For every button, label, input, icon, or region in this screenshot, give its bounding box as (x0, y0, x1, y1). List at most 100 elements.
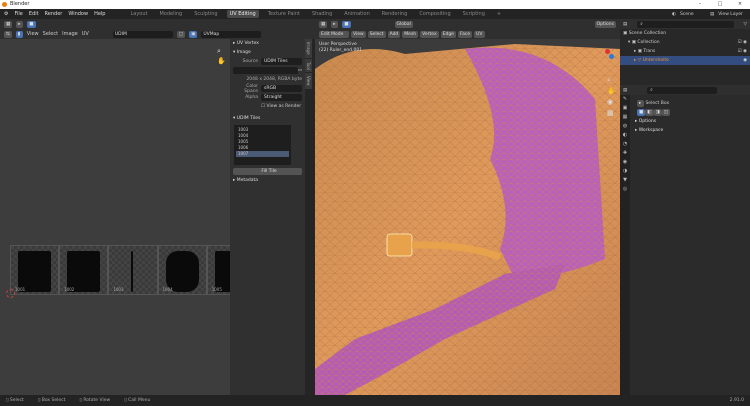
menu-mesh[interactable]: Mesh (402, 30, 419, 38)
menu-vertex[interactable]: Vertex (420, 30, 439, 38)
mode-dropdown[interactable]: Edit Mode (319, 30, 349, 38)
workspace-tab[interactable]: Modeling (156, 10, 185, 18)
viewport-tool-header: ▦ ▸ ■ Global Options (315, 19, 620, 29)
workspace-tab[interactable]: Scripting (460, 10, 488, 18)
select-tool-icon[interactable]: ▸ (16, 20, 24, 28)
udim-tile-list[interactable]: 1003 1004 1005 1006 1007 (234, 125, 291, 165)
menu-edit[interactable]: Edit (29, 11, 39, 17)
menu-face[interactable]: Face (457, 30, 473, 38)
udim-tiles-section[interactable]: ▾ UDIM Tiles (230, 114, 305, 123)
editor-type-button[interactable]: ▦ (319, 20, 328, 28)
face-mode-icon[interactable]: ▮ (15, 30, 23, 38)
uvmap-icon[interactable]: ▣ (189, 30, 198, 38)
workspace-tab[interactable]: Compositing (416, 10, 453, 18)
menu-image[interactable]: Image (62, 31, 78, 37)
select-mode-buttons[interactable]: ■ ◧ ◨ ◫ (634, 108, 750, 117)
workspace-tab[interactable]: Animation (341, 10, 373, 18)
viewport-header: Edit Mode View Select Add Mesh Vertex Edge Fac… (315, 29, 620, 39)
uv-island[interactable] (67, 250, 101, 292)
workspace-section[interactable]: ▸ Workspace (632, 126, 750, 135)
uv-island[interactable] (165, 250, 199, 292)
view-layer-selector[interactable]: View Layer (718, 12, 743, 17)
image-selector[interactable]: UDIM (112, 30, 173, 38)
menu-select[interactable]: Select (367, 30, 386, 38)
menu-edge[interactable]: Edge (440, 30, 456, 38)
close-icon[interactable]: × (730, 0, 750, 9)
active-tool[interactable]: ▸ Select Box (634, 99, 750, 108)
workspace-tab[interactable]: Sculpting (191, 10, 220, 18)
editor-type-icon[interactable]: ▤ (623, 88, 627, 93)
menu-uv[interactable]: UV (474, 30, 485, 38)
options-section[interactable]: ▸ Options (632, 117, 750, 126)
udim-tile: 1001 (10, 245, 60, 295)
new-image-icon[interactable]: ▢ (176, 30, 186, 38)
image-section[interactable]: ▾ Image (230, 48, 305, 57)
workspace-tab[interactable]: Shading (309, 10, 335, 18)
view-as-render-checkbox[interactable]: ☐ View as Render (230, 102, 305, 111)
menu-render[interactable]: Render (45, 11, 63, 17)
menu-add[interactable]: Add (387, 30, 401, 38)
udim-tile-item[interactable]: 1007 (236, 151, 289, 157)
menu-file[interactable]: File (14, 11, 22, 17)
uvmap-selector[interactable]: UVMap (201, 30, 262, 38)
workspace-tab[interactable]: Rendering (379, 10, 411, 18)
outliner-search-input[interactable]: ⌕ (637, 20, 734, 28)
workspace-tab[interactable]: UV Editing (226, 10, 259, 18)
filter-icon[interactable]: ▽ (744, 22, 747, 27)
visibility-eye-icon: ☑ ◉ (737, 40, 747, 45)
alpha-dropdown[interactable]: Straight (261, 94, 302, 101)
3d-viewport[interactable]: User Perspective (22) Ruler_end.001 ⌕ ✋ ◉ ▦ (315, 39, 620, 395)
uv-tool-header: ▦ ▸ ■ (0, 19, 315, 29)
workspace-tab[interactable]: Texture Paint (265, 10, 303, 18)
sidebar-tab-view[interactable]: View (305, 73, 312, 89)
navigation-gizmo-icon[interactable] (603, 49, 615, 61)
outliner-item-selected[interactable]: ▸ ▽ Untersheite ◉ (620, 56, 750, 65)
outliner-item[interactable]: ▸ ▣ Trans ☑ ◉ (620, 47, 750, 56)
metadata-section[interactable]: ▸ Metadata (230, 176, 305, 185)
viewport-nav-icons[interactable]: ⌕ ✋ ◉ ▦ (607, 75, 616, 119)
menu-window[interactable]: Window (68, 11, 88, 17)
properties-search-input[interactable]: ⌕ (647, 86, 717, 94)
menu-uv[interactable]: UV (82, 31, 89, 37)
display-mode-icon[interactable]: ▤ (623, 22, 627, 27)
scene-selector[interactable]: Scene (680, 12, 706, 17)
view-layer-icon: ▤ (709, 11, 715, 17)
scene-collection-row[interactable]: ▣ Scene Collection (620, 29, 750, 38)
menu-view[interactable]: View (351, 30, 366, 38)
menu-help[interactable]: Help (94, 11, 105, 17)
properties-editor: ▤ ⌕ ✎ ▣ ▦ ◍ ◐ ◔ ✚ ◉ ◑ ▼ ◎ ▸ Select Box ■ ◧ ◨ ◫ ▸ Optio… (620, 85, 750, 395)
filepath-input[interactable] (233, 67, 298, 74)
properties-tabs[interactable]: ✎ ▣ ▦ ◍ ◐ ◔ ✚ ◉ ◑ ▼ ◎ (620, 95, 630, 395)
n-panel: ▸ UV Vertex ▾ Image Source UDIM Tiles ▭ 2… (230, 39, 305, 395)
vertex-select-mode[interactable]: ■ (342, 20, 351, 28)
visibility-eye-icon: ◉ (743, 58, 747, 63)
colorspace-dropdown[interactable]: sRGB (261, 85, 302, 92)
status-hint: ▯ Select (6, 398, 24, 403)
uv-island[interactable] (130, 250, 134, 292)
folder-icon[interactable]: ▭ (298, 68, 302, 73)
options-dropdown[interactable]: Options (594, 20, 616, 28)
udim-tile: 1004 (157, 245, 207, 295)
menu-select[interactable]: Select (43, 31, 58, 37)
orientation-dropdown[interactable]: Global (394, 20, 413, 28)
select-tool-icon[interactable]: ▸ (331, 20, 339, 28)
uv-vertex-section[interactable]: ▸ UV Vertex (230, 39, 305, 48)
uv-sync-icon[interactable]: ⇆ (4, 30, 12, 38)
sidebar-tab-image[interactable]: Image (305, 39, 312, 58)
fill-tile-button[interactable]: Fill Tile (233, 168, 302, 175)
workspace-tab[interactable]: Layout (127, 10, 150, 18)
pan-hand-icon[interactable]: ✋ (217, 57, 226, 65)
collection-row[interactable]: ▾ ▣ Collection ☑ ◉ (620, 38, 750, 47)
sidebar-tab-tool[interactable]: Tool (305, 58, 312, 73)
uv-island[interactable] (18, 250, 52, 292)
editor-type-button[interactable]: ▦ (4, 20, 13, 28)
workspace-tab[interactable]: + (494, 10, 504, 18)
maximize-icon[interactable]: □ (710, 0, 730, 9)
source-dropdown[interactable]: UDIM Tiles (261, 58, 302, 65)
2d-cursor-icon[interactable] (6, 289, 15, 298)
zoom-icon[interactable]: ⌕ (217, 47, 221, 56)
blender-menu-icon[interactable]: ⚙ (4, 11, 8, 17)
menu-view[interactable]: View (27, 31, 39, 37)
select-mode-button[interactable]: ■ (27, 20, 36, 28)
minimize-icon[interactable]: – (690, 0, 710, 9)
